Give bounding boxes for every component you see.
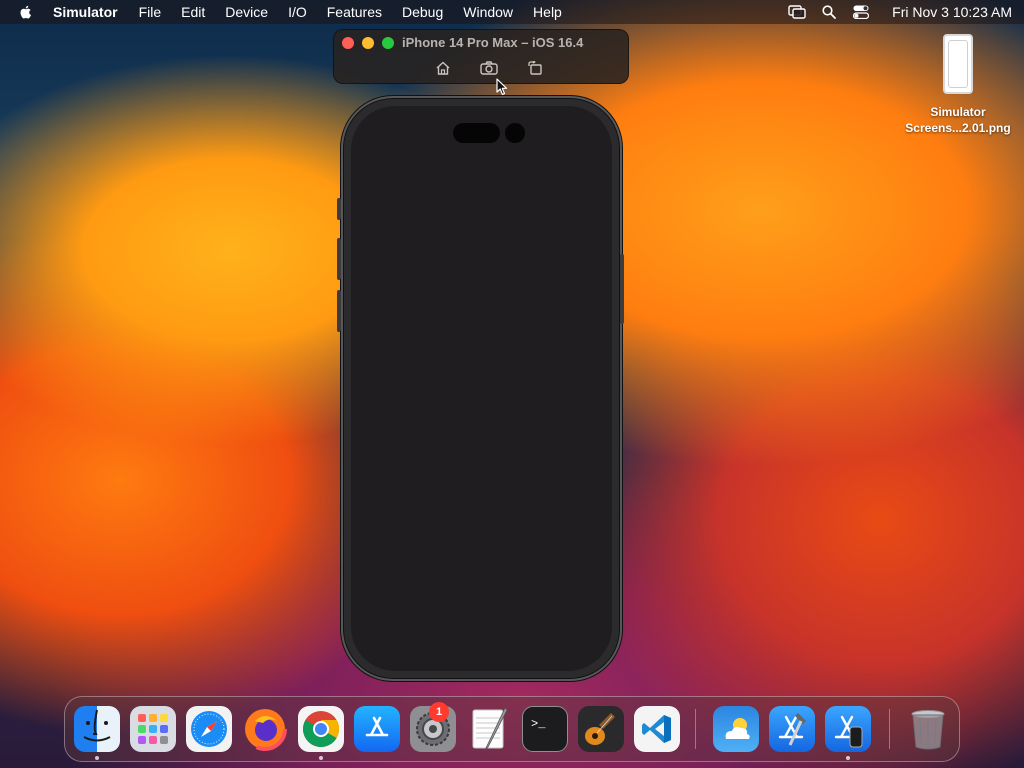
apple-icon[interactable] bbox=[18, 4, 34, 20]
file-name-line-1: Simulator bbox=[930, 105, 986, 119]
menu-window[interactable]: Window bbox=[463, 4, 513, 20]
notification-badge: 1 bbox=[429, 702, 449, 722]
xcode-icon[interactable] bbox=[769, 706, 815, 752]
garageband-icon[interactable] bbox=[578, 706, 624, 752]
screenshot-icon[interactable] bbox=[480, 60, 498, 76]
close-button[interactable] bbox=[342, 37, 354, 49]
search-icon[interactable] bbox=[820, 4, 838, 20]
menu-features[interactable]: Features bbox=[327, 4, 382, 20]
menu-bar: Simulator File Edit Device I/O Features … bbox=[0, 0, 1024, 24]
firefox-icon[interactable] bbox=[242, 706, 288, 752]
dock-separator bbox=[889, 709, 890, 749]
power-button[interactable] bbox=[620, 254, 624, 324]
zoom-button[interactable] bbox=[382, 37, 394, 49]
safari-icon[interactable] bbox=[186, 706, 232, 752]
menu-clock[interactable]: Fri Nov 3 10:23 AM bbox=[892, 4, 1012, 20]
running-indicator bbox=[846, 756, 850, 760]
launchpad-icon[interactable] bbox=[130, 706, 176, 752]
menu-io[interactable]: I/O bbox=[288, 4, 307, 20]
running-indicator bbox=[319, 756, 323, 760]
weather-icon[interactable] bbox=[713, 706, 759, 752]
trash-icon[interactable] bbox=[905, 706, 951, 752]
menu-help[interactable]: Help bbox=[533, 4, 562, 20]
volume-up-button[interactable] bbox=[337, 238, 341, 280]
svg-text:>_: >_ bbox=[531, 717, 546, 731]
dock: >_ bbox=[64, 696, 960, 762]
menu-device[interactable]: Device bbox=[225, 4, 268, 20]
finder-icon[interactable] bbox=[74, 706, 120, 752]
control-center-icon[interactable] bbox=[852, 4, 870, 20]
iphone-screen[interactable] bbox=[351, 106, 612, 671]
textedit-icon[interactable] bbox=[466, 706, 512, 752]
window-title: iPhone 14 Pro Max – iOS 16.4 bbox=[402, 35, 584, 50]
status-area: Fri Nov 3 10:23 AM bbox=[788, 4, 1012, 20]
front-camera bbox=[505, 123, 525, 143]
dynamic-island bbox=[453, 123, 500, 143]
minimize-button[interactable] bbox=[362, 37, 374, 49]
screen-mirroring-icon[interactable] bbox=[788, 4, 806, 20]
desktop-file-screenshot[interactable]: Simulator Screens...2.01.png bbox=[898, 34, 1018, 136]
iphone-device-frame bbox=[341, 96, 622, 681]
file-thumbnail bbox=[943, 34, 973, 94]
simulator-window-toolbar[interactable]: iPhone 14 Pro Max – iOS 16.4 bbox=[333, 29, 629, 84]
menu-file[interactable]: File bbox=[139, 4, 162, 20]
mouse-pointer-icon bbox=[496, 78, 508, 96]
action-button[interactable] bbox=[337, 198, 341, 220]
menu-edit[interactable]: Edit bbox=[181, 4, 205, 20]
window-controls bbox=[342, 37, 394, 49]
simulator-toolbar-buttons bbox=[434, 60, 544, 76]
home-icon[interactable] bbox=[434, 60, 452, 76]
menu-app-name[interactable]: Simulator bbox=[53, 4, 118, 20]
volume-down-button[interactable] bbox=[337, 290, 341, 332]
chrome-icon[interactable] bbox=[298, 706, 344, 752]
terminal-icon[interactable]: >_ bbox=[522, 706, 568, 752]
file-label: Simulator Screens...2.01.png bbox=[898, 104, 1018, 136]
rotate-icon[interactable] bbox=[526, 60, 544, 76]
menu-debug[interactable]: Debug bbox=[402, 4, 443, 20]
app-store-icon[interactable] bbox=[354, 706, 400, 752]
running-indicator bbox=[95, 756, 99, 760]
simulator-icon[interactable] bbox=[825, 706, 871, 752]
vscode-icon[interactable] bbox=[634, 706, 680, 752]
dock-separator bbox=[695, 709, 696, 749]
file-name-line-2: Screens...2.01.png bbox=[905, 121, 1011, 135]
